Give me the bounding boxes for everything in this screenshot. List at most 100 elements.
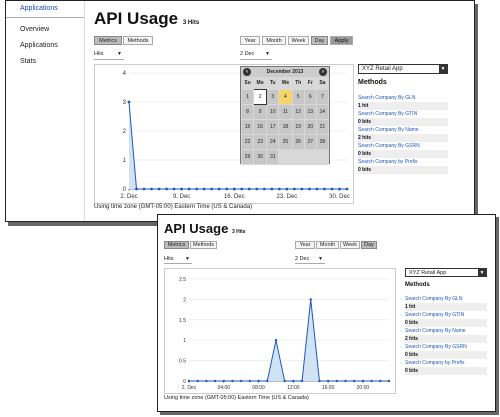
metric-select[interactable]: Hits ▼ <box>94 51 124 60</box>
tab-methods[interactable]: Methods <box>123 36 153 45</box>
chevron-down-icon: ▼ <box>478 269 486 276</box>
tab-methods[interactable]: Methods <box>190 241 217 249</box>
calendar-day[interactable]: 27 <box>303 134 317 150</box>
calendar-day[interactable]: 26 <box>291 134 305 150</box>
method-link[interactable]: Search Company By GSRN <box>405 344 467 350</box>
method-link[interactable]: Search Company By GTIN <box>405 312 464 318</box>
calendar-day[interactable]: 11 <box>278 104 293 120</box>
metric-select[interactable]: Hits ▼ <box>164 256 192 264</box>
calendar-day[interactable]: 7 <box>315 89 330 105</box>
data-point <box>165 187 168 191</box>
date-select[interactable]: 2 Dec ▼ <box>295 256 325 264</box>
data-point <box>150 187 153 191</box>
calendar-day[interactable]: 28 <box>315 134 330 150</box>
calendar-day[interactable]: 5 <box>291 89 305 105</box>
calendar-day[interactable]: 3 <box>266 89 280 105</box>
calendar-day[interactable]: 25 <box>278 134 293 150</box>
y-tick-label: 3 <box>123 100 127 106</box>
calendar-day[interactable]: 30 <box>253 149 268 165</box>
data-point <box>180 187 184 191</box>
data-point <box>387 379 391 383</box>
calendar-day[interactable]: 2 <box>253 89 268 105</box>
data-point <box>318 379 321 383</box>
data-point <box>292 379 295 383</box>
sidebar-header-applications[interactable]: Applications <box>6 1 84 18</box>
method-link[interactable]: Search Company By GSRN <box>358 143 420 149</box>
range-day[interactable]: Day <box>311 36 328 45</box>
methods-list: Search Company By GLN 1 hit Search Company… <box>405 295 487 375</box>
tab-metrics[interactable]: Metrics <box>164 241 189 249</box>
weekday-label: Mo <box>256 80 264 86</box>
sidebar-item-overview[interactable]: Overview <box>6 22 84 38</box>
tab-metrics[interactable]: Metrics <box>94 36 122 45</box>
calendar-day[interactable]: 8 <box>240 104 255 120</box>
calendar-day[interactable]: 1 <box>240 89 255 105</box>
method-link[interactable]: Search Company by Prefix <box>358 159 417 165</box>
calendar-day[interactable]: 16 <box>253 119 268 135</box>
calendar-day[interactable]: 17 <box>266 119 280 135</box>
calendar-day[interactable]: 6 <box>303 89 317 105</box>
metric-select-value: Hits <box>94 51 104 57</box>
calendar-next-icon[interactable]: › <box>319 68 327 76</box>
x-tick-label: 2. Dec <box>120 194 137 200</box>
data-point <box>222 379 225 383</box>
sidebar-item-applications[interactable]: Applications <box>6 38 84 54</box>
y-tick-label: 2 <box>183 297 186 303</box>
data-point <box>266 379 269 383</box>
calendar-day[interactable]: 14 <box>315 104 330 120</box>
top-screenshot: Applications Overview Applications Stats… <box>5 0 475 222</box>
range-week[interactable]: Week <box>340 241 360 249</box>
calendar-prev-icon[interactable]: ‹ <box>243 68 251 76</box>
method-row: Search Company By GTIN 0 bits <box>358 110 448 126</box>
methods-list: Search Company By GLN 1 hit Search Company… <box>358 94 448 174</box>
calendar-day[interactable]: 13 <box>303 104 317 120</box>
method-row: Search Company By GTIN 0 bits <box>405 311 487 327</box>
data-point <box>309 298 312 301</box>
method-hits: 0 bits <box>405 367 487 375</box>
data-point <box>142 187 146 191</box>
range-year[interactable]: Year <box>240 36 260 45</box>
method-link[interactable]: Search Company By Name <box>405 328 466 334</box>
app-select[interactable]: XYZ Retail App ▼ <box>405 268 487 277</box>
data-point <box>205 379 208 383</box>
methods-heading: Methods <box>405 282 430 288</box>
method-link[interactable]: Search Company By GLN <box>405 296 463 302</box>
x-tick-label: 16. Dec <box>224 194 245 200</box>
calendar-day[interactable]: 23 <box>253 134 268 150</box>
timezone-note: Using time zone (GMT-05:00) Eastern Time… <box>94 204 253 210</box>
method-row: Search Company by Prefix 0 bits <box>405 359 487 375</box>
data-point <box>262 187 266 191</box>
range-week[interactable]: Week <box>288 36 309 45</box>
calendar-day[interactable]: 15 <box>240 119 255 135</box>
method-row: Search Company By GSRN 0 bits <box>358 142 448 158</box>
y-tick-label: 1 <box>123 158 127 164</box>
sidebar-item-stats[interactable]: Stats <box>6 54 84 70</box>
apply-button[interactable]: Apply <box>330 36 353 45</box>
method-link[interactable]: Search Company By GLN <box>358 95 416 101</box>
range-month[interactable]: Month <box>316 241 339 249</box>
data-point <box>187 379 191 383</box>
calendar-day[interactable]: 10 <box>266 104 280 120</box>
method-link[interactable]: Search Company By GTIN <box>358 111 417 117</box>
calendar-day[interactable]: 29 <box>240 149 255 165</box>
calendar-day[interactable]: 4 <box>278 89 293 105</box>
calendar-day[interactable]: 9 <box>253 104 268 120</box>
calendar-day[interactable]: 12 <box>291 104 305 120</box>
app-select[interactable]: XYZ Retail App ▼ <box>358 64 448 74</box>
calendar-day[interactable]: 21 <box>315 119 330 135</box>
calendar-day[interactable]: 31 <box>266 149 280 165</box>
calendar-day[interactable]: 22 <box>240 134 255 150</box>
calendar-day[interactable]: 18 <box>278 119 293 135</box>
calendar-day[interactable]: 20 <box>303 119 317 135</box>
range-month[interactable]: Month <box>262 36 286 45</box>
method-hits: 1 hit <box>405 303 487 311</box>
calendar-day[interactable]: 19 <box>291 119 305 135</box>
date-select[interactable]: 2 Dec ▼ <box>240 51 272 60</box>
range-year[interactable]: Year <box>295 241 315 249</box>
method-link[interactable]: Search Company by Prefix <box>405 360 464 366</box>
method-link[interactable]: Search Company By Name <box>358 127 419 133</box>
range-day[interactable]: Day <box>361 241 377 249</box>
calendar-empty-cell <box>303 149 317 165</box>
calendar-day[interactable]: 24 <box>266 134 280 150</box>
method-hits: 0 bits <box>358 166 448 174</box>
